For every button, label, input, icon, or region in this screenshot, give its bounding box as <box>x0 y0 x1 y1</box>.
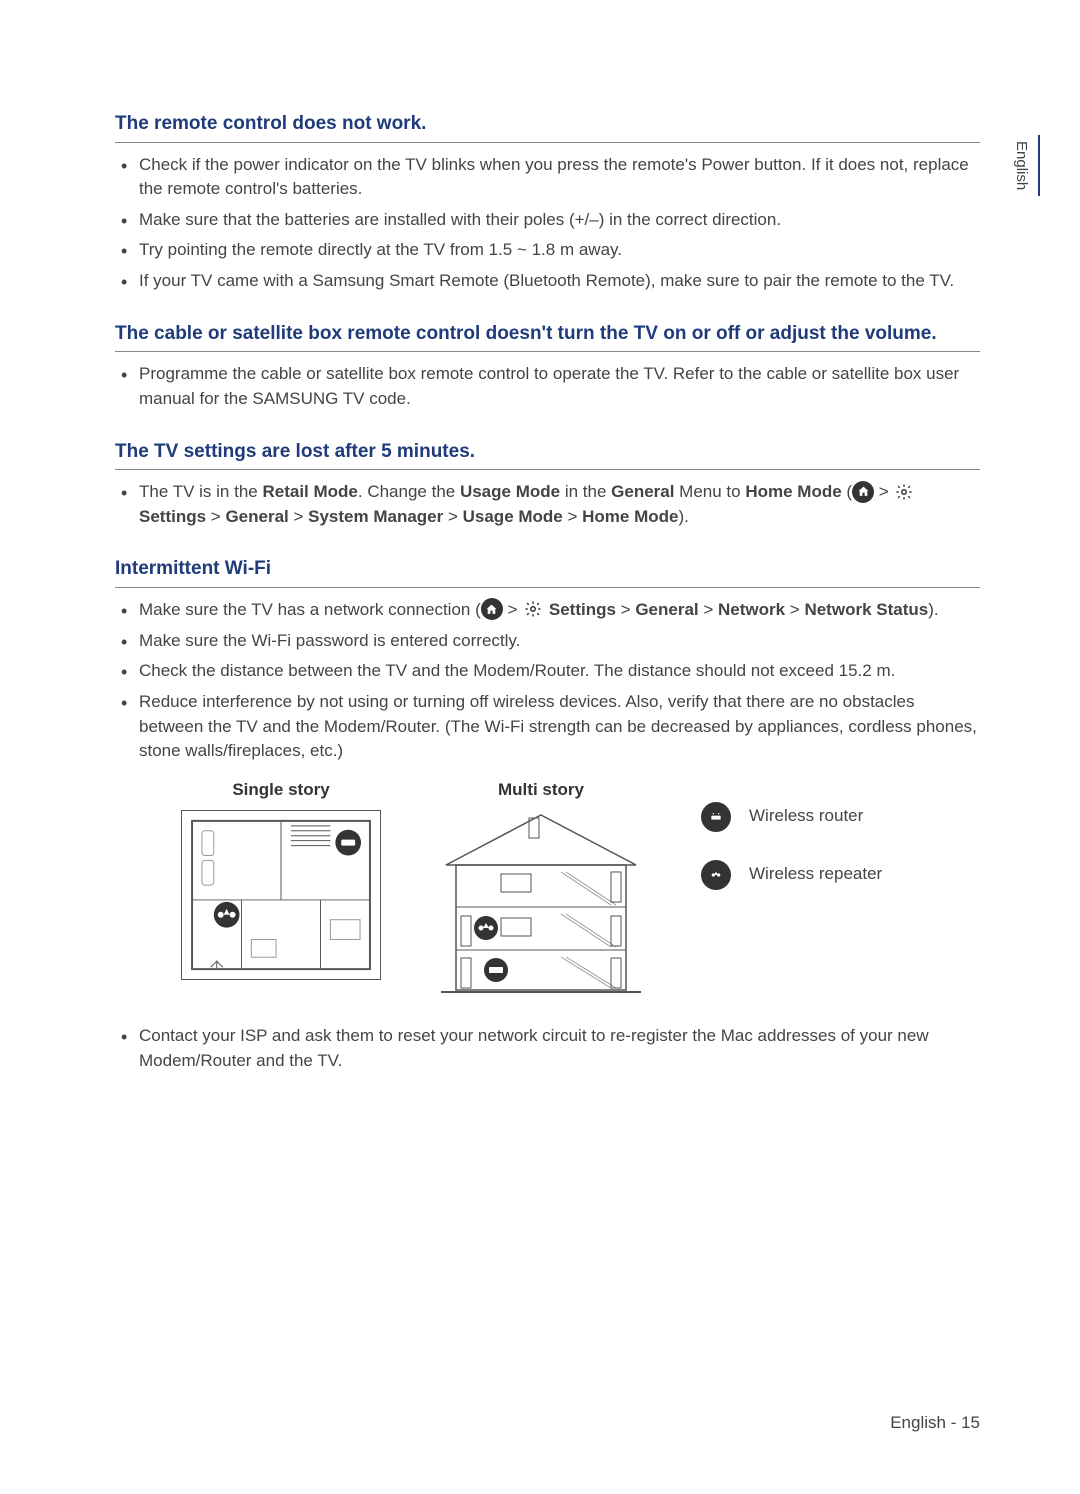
text: ). <box>678 507 688 526</box>
text: The TV is in the <box>139 482 262 501</box>
list-item: Make sure the Wi-Fi password is entered … <box>137 629 980 654</box>
gear-icon <box>893 481 915 503</box>
list-item: Make sure that the batteries are install… <box>137 208 980 233</box>
diagram-legend: Wireless router Wireless repeater <box>701 778 882 890</box>
path-usage-mode: Usage Mode <box>463 507 563 526</box>
diagram-single-story: Single story <box>181 778 381 981</box>
sep: > <box>785 600 804 619</box>
section-title-settings: The TV settings are lost after 5 minutes… <box>115 438 980 471</box>
gear-icon <box>522 598 544 620</box>
list-item: Try pointing the remote directly at the … <box>137 238 980 263</box>
path-network: Network <box>718 600 785 619</box>
text: . Change the <box>358 482 460 501</box>
path-system-manager: System Manager <box>308 507 443 526</box>
section-title-wifi: Intermittent Wi-Fi <box>115 555 980 588</box>
text: Make sure the TV has a network connectio… <box>139 600 481 619</box>
list-item: Reduce interference by not using or turn… <box>137 690 980 764</box>
text: ). <box>928 600 938 619</box>
diagram-caption-multi: Multi story <box>441 778 641 803</box>
sep: > <box>616 600 635 619</box>
list-item: Programme the cable or satellite box rem… <box>137 362 980 411</box>
home-icon <box>852 481 874 503</box>
path-home-mode: Home Mode <box>582 507 678 526</box>
repeater-icon <box>701 860 731 890</box>
text: Menu to <box>674 482 745 501</box>
list-item: If your TV came with a Samsung Smart Rem… <box>137 269 980 294</box>
sep: > <box>563 507 582 526</box>
legend-label-router: Wireless router <box>749 804 863 829</box>
section-title-cable: The cable or satellite box remote contro… <box>115 320 980 353</box>
cable-list: Programme the cable or satellite box rem… <box>115 362 980 411</box>
list-item: Contact your ISP and ask them to reset y… <box>137 1024 980 1073</box>
sep: > <box>503 600 522 619</box>
retail-mode-label: Retail Mode <box>262 482 357 501</box>
sep: > <box>206 507 225 526</box>
path-settings: Settings <box>549 600 616 619</box>
remote-list: Check if the power indicator on the TV b… <box>115 153 980 294</box>
home-icon <box>481 598 503 620</box>
router-icon <box>701 802 731 832</box>
list-item: Check the distance between the TV and th… <box>137 659 980 684</box>
house-illustration <box>441 810 641 1000</box>
settings-list: The TV is in the Retail Mode. Change the… <box>115 480 980 529</box>
path-general: General <box>635 600 698 619</box>
sep: > <box>874 482 893 501</box>
diagram-row: Single story <box>181 778 980 1001</box>
language-tab: English <box>1010 135 1040 196</box>
path-general: General <box>225 507 288 526</box>
section-title-remote: The remote control does not work. <box>115 110 980 143</box>
general-label: General <box>611 482 674 501</box>
sep: > <box>289 507 308 526</box>
usage-mode-label: Usage Mode <box>460 482 560 501</box>
text: in the <box>560 482 611 501</box>
diagram-caption-single: Single story <box>181 778 381 803</box>
diagram-multi-story: Multi story <box>441 778 641 1001</box>
list-item: Make sure the TV has a network connectio… <box>137 598 980 623</box>
sep: > <box>699 600 718 619</box>
sep: > <box>443 507 462 526</box>
floorplan-illustration <box>181 810 381 980</box>
legend-row-router: Wireless router <box>701 802 882 832</box>
legend-label-repeater: Wireless repeater <box>749 862 882 887</box>
legend-row-repeater: Wireless repeater <box>701 860 882 890</box>
wifi-list-after: Contact your ISP and ask them to reset y… <box>115 1024 980 1073</box>
settings-label: Settings <box>139 507 206 526</box>
list-item: Check if the power indicator on the TV b… <box>137 153 980 202</box>
wifi-list: Make sure the TV has a network connectio… <box>115 598 980 764</box>
home-mode-label: Home Mode <box>745 482 841 501</box>
text: ( <box>842 482 852 501</box>
path-network-status: Network Status <box>804 600 928 619</box>
list-item: The TV is in the Retail Mode. Change the… <box>137 480 980 529</box>
page-footer: English - 15 <box>890 1411 980 1436</box>
